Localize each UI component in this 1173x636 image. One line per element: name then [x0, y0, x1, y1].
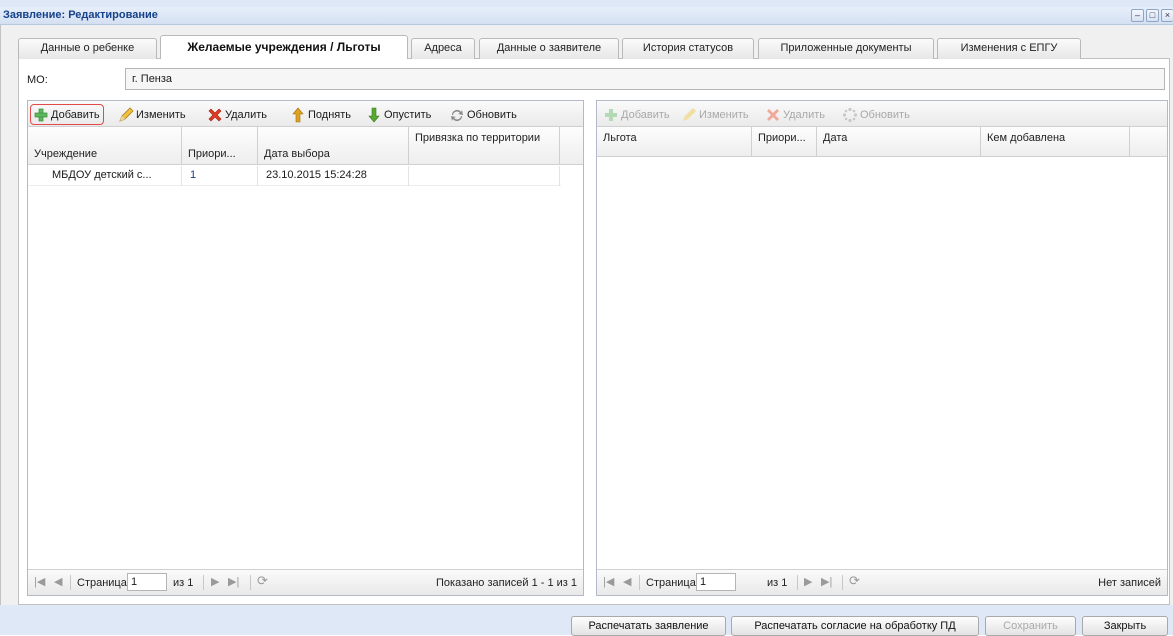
refresh-institutions-button[interactable]: Обновить — [449, 105, 517, 124]
delete-institution-label: Удалить — [225, 108, 267, 121]
column-date[interactable]: Дата — [817, 127, 981, 157]
records-status: Показано записей 1 - 1 из 1 — [436, 577, 577, 589]
cell-priority: 1 — [182, 166, 258, 186]
delete-benefit-label: Удалить — [783, 108, 825, 121]
tab-epgu-changes[interactable]: Изменения с ЕПГУ — [937, 38, 1081, 59]
add-institution-label: Добавить — [51, 108, 100, 121]
window-title: Заявление: Редактирование — [3, 9, 158, 21]
column-added-by[interactable]: Кем добавлена — [981, 127, 1130, 157]
refresh-institutions-label: Обновить — [467, 108, 517, 121]
edit-application-window: Заявление: Редактирование – □ × Данные о… — [0, 0, 1173, 636]
mo-field[interactable]: г. Пенза — [125, 68, 1165, 90]
tab-status-history[interactable]: История статусов — [622, 38, 754, 59]
pager-separator — [842, 575, 843, 590]
move-up-button[interactable]: Поднять — [290, 105, 351, 124]
mo-label: МО: — [27, 74, 48, 86]
tab-child-data[interactable]: Данные о ребенке — [18, 38, 157, 59]
institutions-pager: |◀ ◀ Страница 1 из 1 ▶ ▶| ⟳ Показано зап… — [28, 569, 583, 595]
arrow-down-icon — [366, 107, 382, 123]
tab-applicant-data[interactable]: Данные о заявителе — [479, 38, 619, 59]
prev-page-icon[interactable]: ◀ — [54, 575, 62, 588]
spinner-icon — [842, 107, 858, 123]
minimize-icon[interactable]: – — [1131, 9, 1144, 22]
column-priority[interactable]: Приори... — [182, 127, 258, 165]
add-benefit-label: Добавить — [621, 108, 670, 121]
print-consent-button[interactable]: Распечатать согласие на обработку ПД — [731, 616, 979, 636]
plus-icon — [33, 107, 49, 123]
pencil-icon — [118, 106, 134, 123]
pencil-icon — [681, 107, 697, 123]
edit-benefit-label: Изменить — [699, 108, 749, 121]
pager-separator — [250, 575, 251, 590]
pager-separator — [797, 575, 798, 590]
close-icon[interactable]: × — [1161, 9, 1173, 22]
prev-page-icon[interactable]: ◀ — [623, 575, 631, 588]
refresh-benefits-label: Обновить — [860, 108, 910, 121]
edit-institution-button[interactable]: Изменить — [118, 105, 186, 124]
move-up-label: Поднять — [308, 108, 352, 121]
refresh-icon[interactable]: ⟳ — [257, 573, 268, 589]
tab-addresses[interactable]: Адреса — [411, 38, 475, 59]
first-page-icon[interactable]: |◀ — [34, 575, 45, 588]
refresh-icon — [449, 107, 465, 123]
next-page-icon[interactable]: ▶ — [804, 575, 812, 588]
print-application-button[interactable]: Распечатать заявление — [571, 616, 726, 636]
tab-institutions-benefits[interactable]: Желаемые учреждения / Льготы — [160, 35, 408, 60]
add-benefit-button[interactable]: Добавить — [603, 105, 670, 124]
next-page-icon[interactable]: ▶ — [211, 575, 219, 588]
save-button[interactable]: Сохранить — [985, 616, 1076, 636]
column-territory-binding[interactable]: Привязка по территории — [409, 127, 560, 165]
move-down-button[interactable]: Опустить — [366, 105, 431, 124]
close-button[interactable]: Закрыть — [1082, 616, 1168, 636]
edit-institution-label: Изменить — [136, 108, 186, 121]
column-priority[interactable]: Приори... — [752, 127, 817, 157]
delete-benefit-button[interactable]: Удалить — [765, 105, 825, 124]
institutions-grid-header: Учреждение Приори... Дата выбора Привязк… — [28, 127, 583, 165]
red-x-icon — [765, 107, 781, 123]
maximize-icon[interactable]: □ — [1146, 9, 1159, 22]
page-count: из 1 — [173, 577, 194, 589]
column-selection-date[interactable]: Дата выбора — [258, 127, 409, 165]
benefits-panel: Добавить Изменить Удалить Обновить Льгот… — [596, 100, 1168, 596]
tab-bar: Данные о ребенке Желаемые учреждения / Л… — [18, 34, 1170, 60]
last-page-icon[interactable]: ▶| — [228, 575, 239, 588]
table-row[interactable]: МБДОУ детский с... 1 23.10.2015 15:24:28 — [28, 166, 561, 186]
edit-benefit-button[interactable]: Изменить — [681, 105, 749, 124]
last-page-icon[interactable]: ▶| — [821, 575, 832, 588]
benefits-grid-header: Льгота Приори... Дата Кем добавлена — [597, 127, 1167, 157]
pager-separator — [203, 575, 204, 590]
column-benefit[interactable]: Льгота — [597, 127, 752, 157]
red-x-icon — [207, 107, 223, 123]
page-number-input[interactable]: 1 — [696, 573, 736, 591]
page-label: Страница — [646, 577, 696, 589]
delete-institution-button[interactable]: Удалить — [207, 105, 267, 124]
pager-separator — [639, 575, 640, 590]
cell-selection-date: 23.10.2015 15:24:28 — [258, 166, 409, 186]
records-status: Нет записей — [1098, 577, 1161, 589]
first-page-icon[interactable]: |◀ — [603, 575, 614, 588]
cell-territory-binding — [409, 166, 560, 186]
benefits-toolbar: Добавить Изменить Удалить Обновить — [597, 101, 1167, 127]
arrow-up-icon — [290, 107, 306, 123]
window-titlebar[interactable]: Заявление: Редактирование – □ × — [0, 7, 1173, 25]
page-label: Страница — [77, 577, 127, 589]
move-down-label: Опустить — [384, 108, 432, 121]
benefits-pager: |◀ ◀ Страница 1 из 1 ▶ ▶| ⟳ Нет записей — [597, 569, 1167, 595]
refresh-benefits-button[interactable]: Обновить — [842, 105, 910, 124]
plus-icon — [603, 107, 619, 123]
page-count: из 1 — [767, 577, 788, 589]
page-number-input[interactable]: 1 — [127, 573, 167, 591]
institutions-panel: Добавить Изменить Удалить Поднять Опусти… — [27, 100, 584, 596]
tab-attached-documents[interactable]: Приложенные документы — [758, 38, 934, 59]
institutions-toolbar: Добавить Изменить Удалить Поднять Опусти… — [28, 101, 583, 127]
refresh-icon[interactable]: ⟳ — [849, 573, 860, 589]
cell-institution: МБДОУ детский с... — [28, 166, 182, 186]
pager-separator — [70, 575, 71, 590]
add-institution-button[interactable]: Добавить — [30, 104, 104, 125]
column-institution[interactable]: Учреждение — [28, 127, 182, 165]
